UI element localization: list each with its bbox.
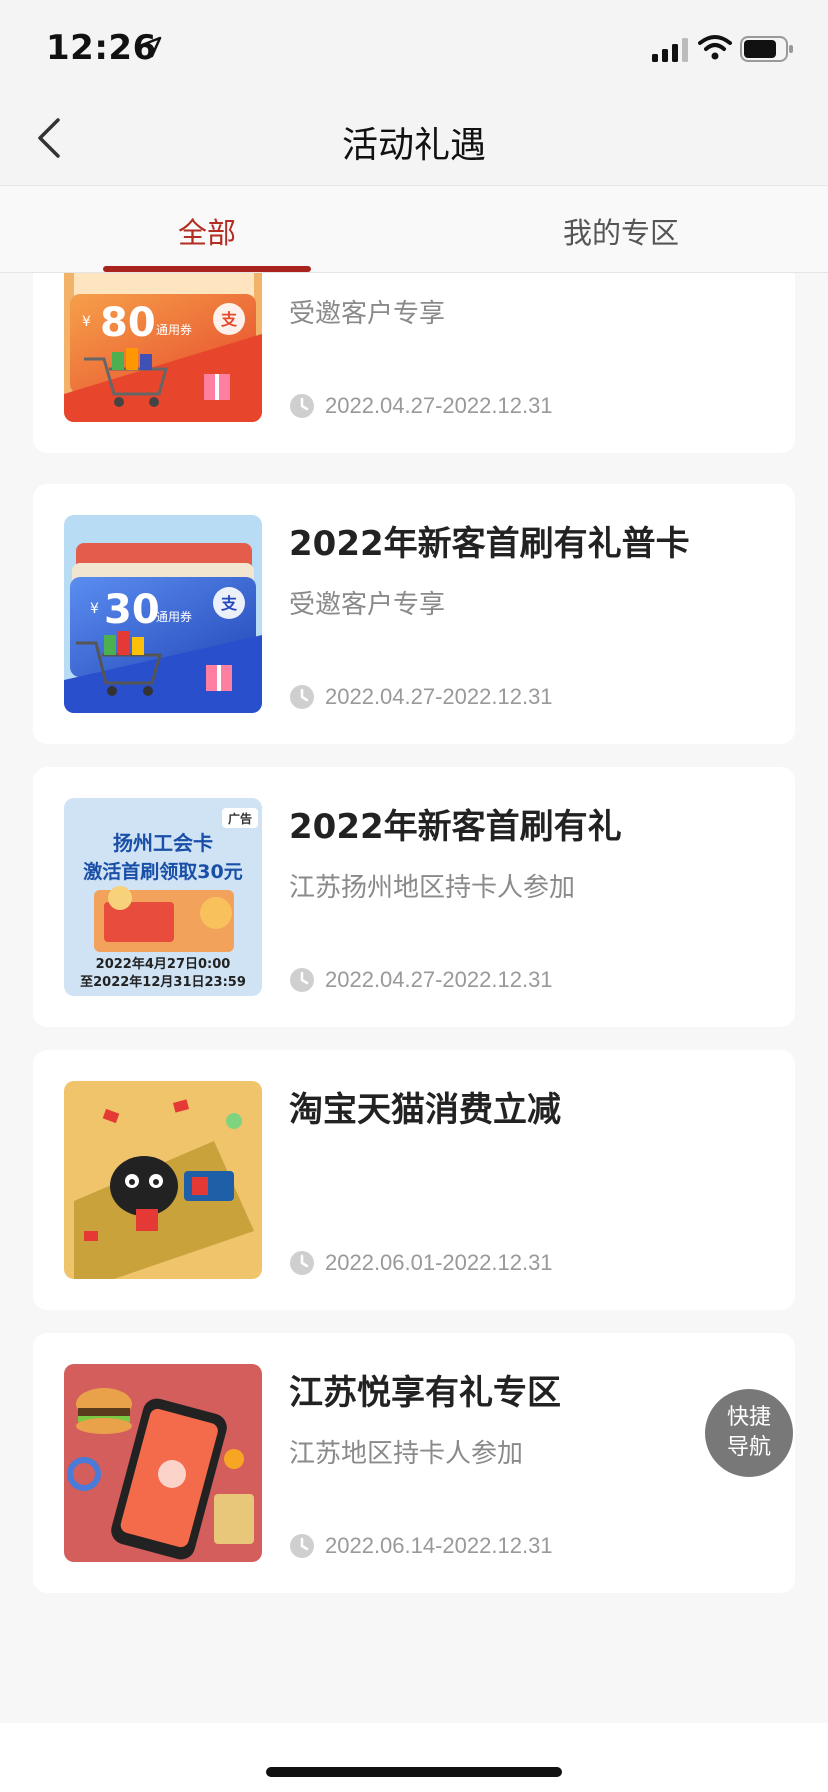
quick-nav-label-line1: 快捷 (726, 1405, 771, 1430)
card-date-row: 2022.06.01-2022.12.31 (289, 1250, 553, 1276)
tab-bar: 全部 我的专区 (0, 186, 828, 273)
navigation-bar: 活动礼遇 (0, 100, 828, 186)
activity-card[interactable]: 淘宝天猫消费立减 2022.06.01-2022.12.31 (33, 1050, 795, 1310)
tab-my-zone[interactable]: 我的专区 (414, 210, 828, 252)
wifi-icon (698, 35, 732, 60)
card-date-row: 2022.04.27-2022.12.31 (289, 393, 553, 419)
activity-card[interactable]: 广告 扬州工会卡 激活首刷领取30元 2022年4月27日0:00 至2022年… (33, 767, 795, 1027)
card-thumbnail: ¥ 80 通用券 支 (64, 273, 262, 422)
thumb-caption: 通用券 (156, 609, 192, 624)
card-date: 2022.06.01-2022.12.31 (325, 1250, 553, 1275)
home-indicator[interactable] (266, 1767, 562, 1777)
activity-card[interactable]: 江苏悦享有礼专区 江苏地区持卡人参加 2022.06.14-2022.12.31 (33, 1333, 795, 1593)
bottom-safe-area (0, 1723, 828, 1792)
card-date-row: 2022.04.27-2022.12.31 (289, 684, 553, 710)
clock-icon (290, 1251, 314, 1275)
thumb-badge: 支 (220, 594, 238, 613)
card-subtitle: 江苏地区持卡人参加 (289, 1439, 524, 1469)
card-title: 淘宝天猫消费立减 (289, 1090, 561, 1130)
status-bar: 12:26 (0, 0, 828, 100)
ad-tag: 广告 (228, 811, 252, 826)
thumb-currency: ¥ (90, 601, 99, 617)
cellular-signal-icon (652, 38, 688, 62)
quick-nav-button[interactable]: 快捷 导航 (705, 1389, 793, 1477)
thumb-line1: 扬州工会卡 (113, 831, 213, 855)
card-thumbnail (64, 1081, 262, 1279)
card-subtitle: 受邀客户专享 (289, 590, 446, 620)
clock-icon (290, 394, 314, 418)
card-subtitle: 江苏扬州地区持卡人参加 (289, 873, 576, 903)
battery-icon (740, 36, 793, 62)
quick-nav-label-line2: 导航 (726, 1435, 771, 1460)
card-date: 2022.04.27-2022.12.31 (325, 393, 553, 418)
thumb-line4: 至2022年12月31日23:59 (80, 974, 246, 990)
thumb-badge: 支 (220, 310, 238, 329)
tab-all[interactable]: 全部 (0, 210, 414, 252)
clock-icon (290, 1534, 314, 1558)
card-date: 2022.04.27-2022.12.31 (325, 684, 553, 709)
card-thumbnail (64, 1364, 262, 1562)
clock-icon (290, 968, 314, 992)
card-date-row: 2022.06.14-2022.12.31 (289, 1533, 553, 1559)
location-arrow-icon (140, 36, 162, 58)
card-title: 2022年新客首刷有礼 (289, 807, 622, 847)
thumb-amount: 30 (104, 587, 160, 633)
active-tab-indicator (103, 266, 311, 272)
card-date: 2022.04.27-2022.12.31 (325, 967, 553, 992)
clock-icon (290, 685, 314, 709)
card-date: 2022.06.14-2022.12.31 (325, 1533, 553, 1558)
card-thumbnail: 广告 扬州工会卡 激活首刷领取30元 2022年4月27日0:00 至2022年… (64, 798, 262, 996)
card-title: 江苏悦享有礼专区 (289, 1373, 561, 1413)
thumb-line2: 激活首刷领取30元 (83, 860, 242, 883)
card-title: 2022年新客首刷有礼普卡 (289, 524, 690, 564)
page-title: 活动礼遇 (341, 125, 486, 166)
activity-list: ¥ 80 通用券 支 受邀客户专享 2022.04.27-2022.12.31 … (0, 273, 828, 1723)
activity-card[interactable]: ¥ 30 通用券 支 2022年新客首刷有礼普卡 受邀客户专享 2022.04.… (33, 484, 795, 744)
card-subtitle: 受邀客户专享 (289, 299, 446, 329)
card-thumbnail: ¥ 30 通用券 支 (64, 515, 262, 713)
card-date-row: 2022.04.27-2022.12.31 (289, 967, 553, 993)
thumb-caption: 通用券 (156, 322, 192, 337)
thumb-amount: 80 (100, 300, 156, 346)
thumb-currency: ¥ (82, 314, 91, 330)
thumb-line3: 2022年4月27日0:00 (96, 956, 231, 972)
activity-card[interactable]: ¥ 80 通用券 支 受邀客户专享 2022.04.27-2022.12.31 (33, 273, 795, 453)
